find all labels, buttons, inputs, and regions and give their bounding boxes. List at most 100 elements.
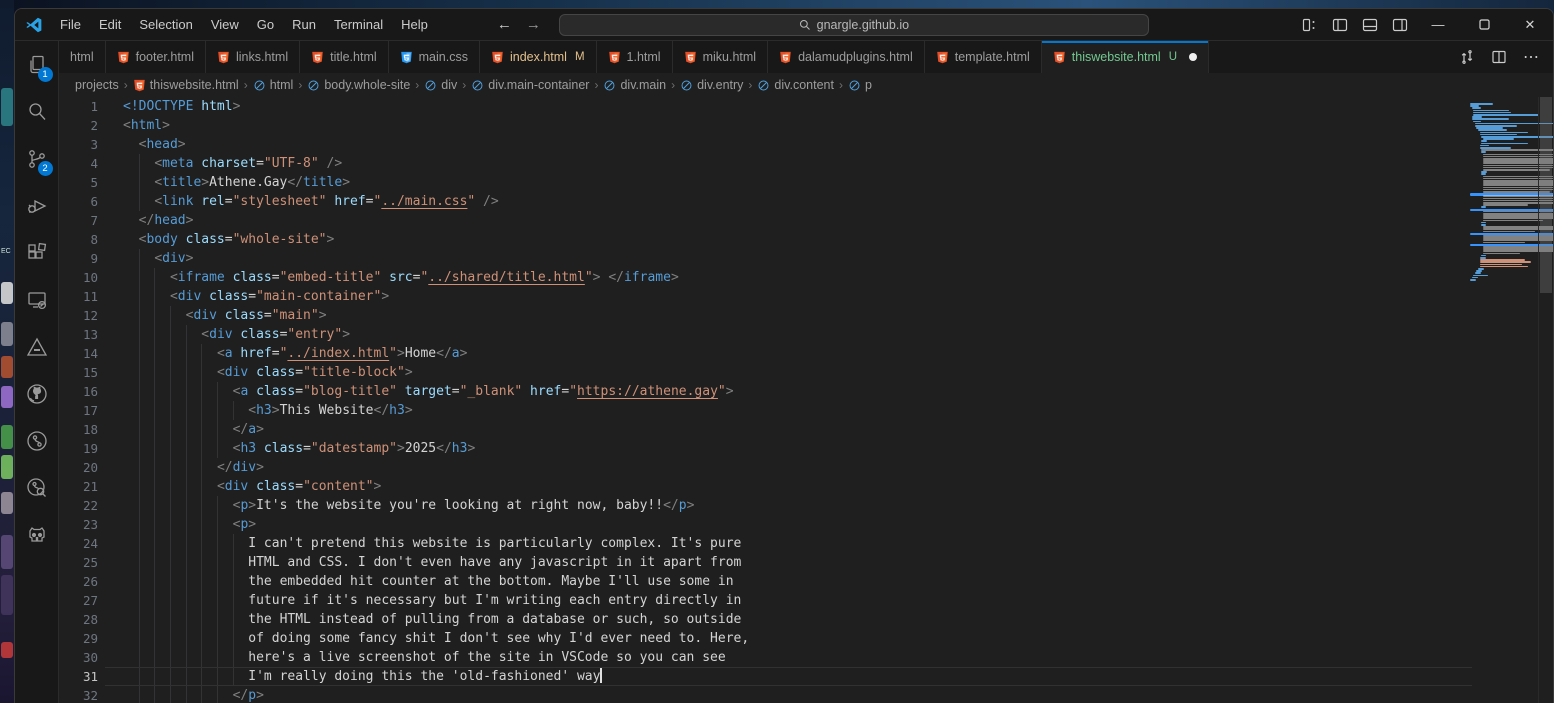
code-line-4[interactable]: 4<meta charset="UTF-8" /> bbox=[59, 154, 1553, 173]
line-number[interactable]: 10 bbox=[59, 268, 123, 287]
breadcrumb-item-projects[interactable]: projects bbox=[75, 78, 119, 92]
code-line-22[interactable]: 22<p>It's the website you're looking at … bbox=[59, 496, 1553, 515]
activity-gitlens-inspect-icon[interactable] bbox=[15, 464, 59, 511]
more-actions-icon[interactable]: ⋯ bbox=[1517, 44, 1545, 70]
tab-miku.html[interactable]: miku.html bbox=[673, 41, 768, 73]
code-content[interactable]: <div class="content"> bbox=[123, 477, 1553, 496]
activity-search-icon[interactable] bbox=[15, 88, 59, 135]
line-number[interactable]: 6 bbox=[59, 192, 123, 211]
tab-dalamudplugins.html[interactable]: dalamudplugins.html bbox=[768, 41, 925, 73]
code-editor[interactable]: 1<!DOCTYPE html>2<html>3<head>4<meta cha… bbox=[59, 97, 1553, 703]
open-changes-icon[interactable] bbox=[1453, 44, 1481, 70]
line-number[interactable]: 23 bbox=[59, 515, 123, 534]
code-content[interactable]: of doing some fancy shit I don't see why… bbox=[123, 629, 1553, 648]
line-number[interactable]: 26 bbox=[59, 572, 123, 591]
command-center-search[interactable]: gnargle.github.io bbox=[559, 14, 1149, 36]
code-content[interactable]: HTML and CSS. I don't even have any java… bbox=[123, 553, 1553, 572]
code-line-3[interactable]: 3<head> bbox=[59, 135, 1553, 154]
tab-template.html[interactable]: template.html bbox=[925, 41, 1042, 73]
line-number[interactable]: 22 bbox=[59, 496, 123, 515]
breadcrumb-item-div.entry[interactable]: div.entry bbox=[680, 78, 743, 92]
breadcrumb-item-div.content[interactable]: div.content bbox=[757, 78, 834, 92]
unsaved-dot-icon[interactable] bbox=[1189, 53, 1197, 61]
tab-index.html[interactable]: index.htmlM bbox=[480, 41, 597, 73]
code-content[interactable]: </head> bbox=[123, 211, 1553, 230]
activity-github-icon[interactable] bbox=[15, 370, 59, 417]
code-content[interactable]: <p> bbox=[123, 515, 1553, 534]
code-content[interactable]: </a> bbox=[123, 420, 1553, 439]
breadcrumb-item-div.main[interactable]: div.main bbox=[603, 78, 666, 92]
code-content[interactable]: <body class="whole-site"> bbox=[123, 230, 1553, 249]
code-line-12[interactable]: 12<div class="main"> bbox=[59, 306, 1553, 325]
breadcrumb-item-thiswebsite.html[interactable]: thiswebsite.html bbox=[133, 78, 239, 92]
code-content[interactable]: <html> bbox=[123, 116, 1553, 135]
code-content[interactable]: the HTML instead of pulling from a datab… bbox=[123, 610, 1553, 629]
toggle-secondary-sidebar-icon[interactable] bbox=[1385, 12, 1415, 38]
scrollbar-slider[interactable] bbox=[1540, 97, 1552, 293]
menu-help[interactable]: Help bbox=[392, 9, 437, 41]
activity-source-control-icon[interactable]: 2 bbox=[15, 135, 59, 182]
close-button[interactable]: ✕ bbox=[1507, 9, 1553, 40]
line-number[interactable]: 29 bbox=[59, 629, 123, 648]
line-number[interactable]: 20 bbox=[59, 458, 123, 477]
code-line-27[interactable]: 27future if it's necessary but I'm writi… bbox=[59, 591, 1553, 610]
tab-1.html[interactable]: 1.html bbox=[597, 41, 673, 73]
code-content[interactable]: future if it's necessary but I'm writing… bbox=[123, 591, 1553, 610]
code-content[interactable]: <h3 class="datestamp">2025</h3> bbox=[123, 439, 1553, 458]
code-content[interactable]: <head> bbox=[123, 135, 1553, 154]
activity-triangle-a-extension-icon[interactable] bbox=[15, 323, 59, 370]
code-line-6[interactable]: 6<link rel="stylesheet" href="../main.cs… bbox=[59, 192, 1553, 211]
nav-forward-icon[interactable]: → bbox=[526, 16, 541, 33]
toggle-primary-sidebar-icon[interactable] bbox=[1325, 12, 1355, 38]
menu-selection[interactable]: Selection bbox=[130, 9, 201, 41]
code-line-32[interactable]: 32</p> bbox=[59, 686, 1553, 703]
code-content[interactable]: <a href="../index.html">Home</a> bbox=[123, 344, 1553, 363]
editor-scrollbar[interactable] bbox=[1538, 97, 1553, 703]
line-number[interactable]: 9 bbox=[59, 249, 123, 268]
line-number[interactable]: 14 bbox=[59, 344, 123, 363]
code-content[interactable]: <div> bbox=[123, 249, 1553, 268]
breadcrumb-item-div.main-container[interactable]: div.main-container bbox=[471, 78, 589, 92]
line-number[interactable]: 16 bbox=[59, 382, 123, 401]
line-number[interactable]: 15 bbox=[59, 363, 123, 382]
code-content[interactable]: <meta charset="UTF-8" /> bbox=[123, 154, 1553, 173]
menu-run[interactable]: Run bbox=[283, 9, 325, 41]
code-line-20[interactable]: 20</div> bbox=[59, 458, 1553, 477]
code-content[interactable]: </div> bbox=[123, 458, 1553, 477]
code-line-16[interactable]: 16<a class="blog-title" target="_blank" … bbox=[59, 382, 1553, 401]
code-line-14[interactable]: 14<a href="../index.html">Home</a> bbox=[59, 344, 1553, 363]
minimize-button[interactable]: ― bbox=[1415, 9, 1461, 40]
breadcrumb-item-body.whole-site[interactable]: body.whole-site bbox=[307, 78, 410, 92]
line-number[interactable]: 7 bbox=[59, 211, 123, 230]
line-number[interactable]: 30 bbox=[59, 648, 123, 667]
line-number[interactable]: 19 bbox=[59, 439, 123, 458]
line-number[interactable]: 2 bbox=[59, 116, 123, 135]
menu-go[interactable]: Go bbox=[248, 9, 283, 41]
split-editor-icon[interactable] bbox=[1485, 44, 1513, 70]
line-number[interactable]: 24 bbox=[59, 534, 123, 553]
code-line-17[interactable]: 17<h3>This Website</h3> bbox=[59, 401, 1553, 420]
activity-gitlens-icon[interactable] bbox=[15, 417, 59, 464]
code-line-23[interactable]: 23<p> bbox=[59, 515, 1553, 534]
tab-main.css[interactable]: main.css bbox=[389, 41, 480, 73]
code-content[interactable]: <div class="entry"> bbox=[123, 325, 1553, 344]
code-line-2[interactable]: 2<html> bbox=[59, 116, 1553, 135]
line-number[interactable]: 25 bbox=[59, 553, 123, 572]
activity-run-debug-icon[interactable] bbox=[15, 182, 59, 229]
line-number[interactable]: 11 bbox=[59, 287, 123, 306]
breadcrumb-item-div[interactable]: div bbox=[424, 78, 457, 92]
menu-view[interactable]: View bbox=[202, 9, 248, 41]
maximize-button[interactable] bbox=[1461, 9, 1507, 40]
code-line-8[interactable]: 8<body class="whole-site"> bbox=[59, 230, 1553, 249]
tab-thiswebsite.html[interactable]: thiswebsite.htmlU bbox=[1042, 41, 1209, 73]
code-content[interactable]: the embedded hit counter at the bottom. … bbox=[123, 572, 1553, 591]
breadcrumb-item-p[interactable]: p bbox=[848, 78, 872, 92]
code-line-5[interactable]: 5<title>Athene.Gay</title> bbox=[59, 173, 1553, 192]
line-number[interactable]: 18 bbox=[59, 420, 123, 439]
code-line-25[interactable]: 25HTML and CSS. I don't even have any ja… bbox=[59, 553, 1553, 572]
line-number[interactable]: 3 bbox=[59, 135, 123, 154]
code-content[interactable]: <link rel="stylesheet" href="../main.css… bbox=[123, 192, 1553, 211]
code-line-18[interactable]: 18</a> bbox=[59, 420, 1553, 439]
code-content[interactable]: <div class="title-block"> bbox=[123, 363, 1553, 382]
line-number[interactable]: 13 bbox=[59, 325, 123, 344]
